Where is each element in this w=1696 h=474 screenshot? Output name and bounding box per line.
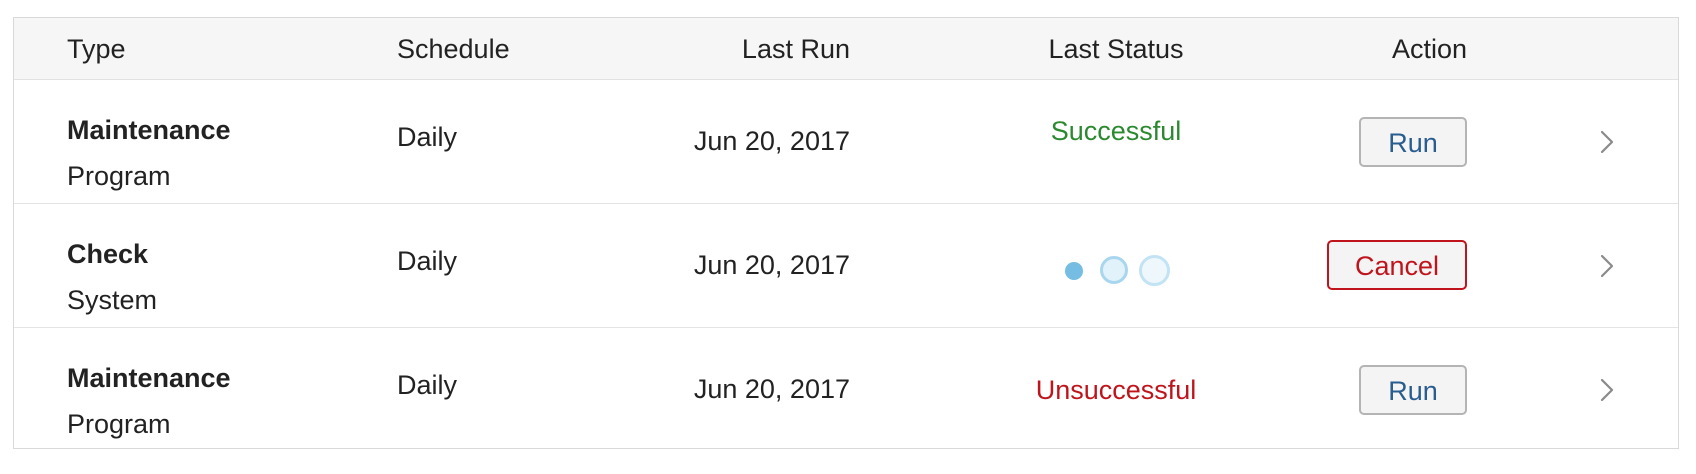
job-type: Check System [67, 231, 157, 323]
table-row[interactable]: Maintenance Program Daily Jun 20, 2017 S… [14, 80, 1678, 204]
table-row[interactable]: Maintenance Program Daily Jun 20, 2017 U… [14, 328, 1678, 452]
job-type: Maintenance Program [67, 355, 231, 447]
job-last-run: Jun 20, 2017 [693, 126, 850, 156]
loading-dot [1139, 255, 1170, 286]
job-schedule: Daily [397, 370, 458, 400]
job-last-run: Jun 20, 2017 [693, 374, 850, 404]
run-button[interactable]: Run [1359, 117, 1467, 167]
cancel-button[interactable]: Cancel [1327, 240, 1467, 290]
table-header: Type Schedule Last Run Last Status Actio… [14, 18, 1678, 80]
chevron-right-icon[interactable] [1597, 250, 1617, 282]
job-status-text: Successful [1050, 116, 1182, 146]
jobs-table: Type Schedule Last Run Last Status Actio… [13, 17, 1679, 449]
job-type-subtitle: Program [67, 161, 171, 191]
run-button[interactable]: Run [1359, 365, 1467, 415]
job-type-title: Maintenance [67, 363, 231, 393]
job-type-title: Maintenance [67, 115, 231, 145]
chevron-right-icon[interactable] [1597, 374, 1617, 406]
chevron-right-icon[interactable] [1597, 126, 1617, 158]
column-header-last-status[interactable]: Last Status [966, 18, 1266, 80]
column-header-last-run[interactable]: Last Run [742, 18, 850, 80]
job-schedule: Daily [397, 122, 458, 152]
loading-dot [1065, 262, 1083, 280]
job-type: Maintenance Program [67, 107, 231, 199]
job-last-run: Jun 20, 2017 [693, 250, 850, 280]
job-schedule: Daily [397, 246, 458, 276]
job-type-subtitle: Program [67, 409, 171, 439]
job-status-text: Unsuccessful [1035, 375, 1197, 405]
job-type-subtitle: System [67, 285, 158, 315]
loading-dot [1100, 256, 1128, 284]
column-header-action: Action [1391, 34, 1467, 64]
table-row[interactable]: Check System Daily Jun 20, 2017 Cancel [14, 204, 1678, 328]
column-header-type[interactable]: Type [67, 18, 126, 80]
job-type-title: Check [67, 239, 149, 269]
loading-dots-icon [1049, 252, 1170, 286]
column-header-schedule[interactable]: Schedule [397, 18, 510, 80]
